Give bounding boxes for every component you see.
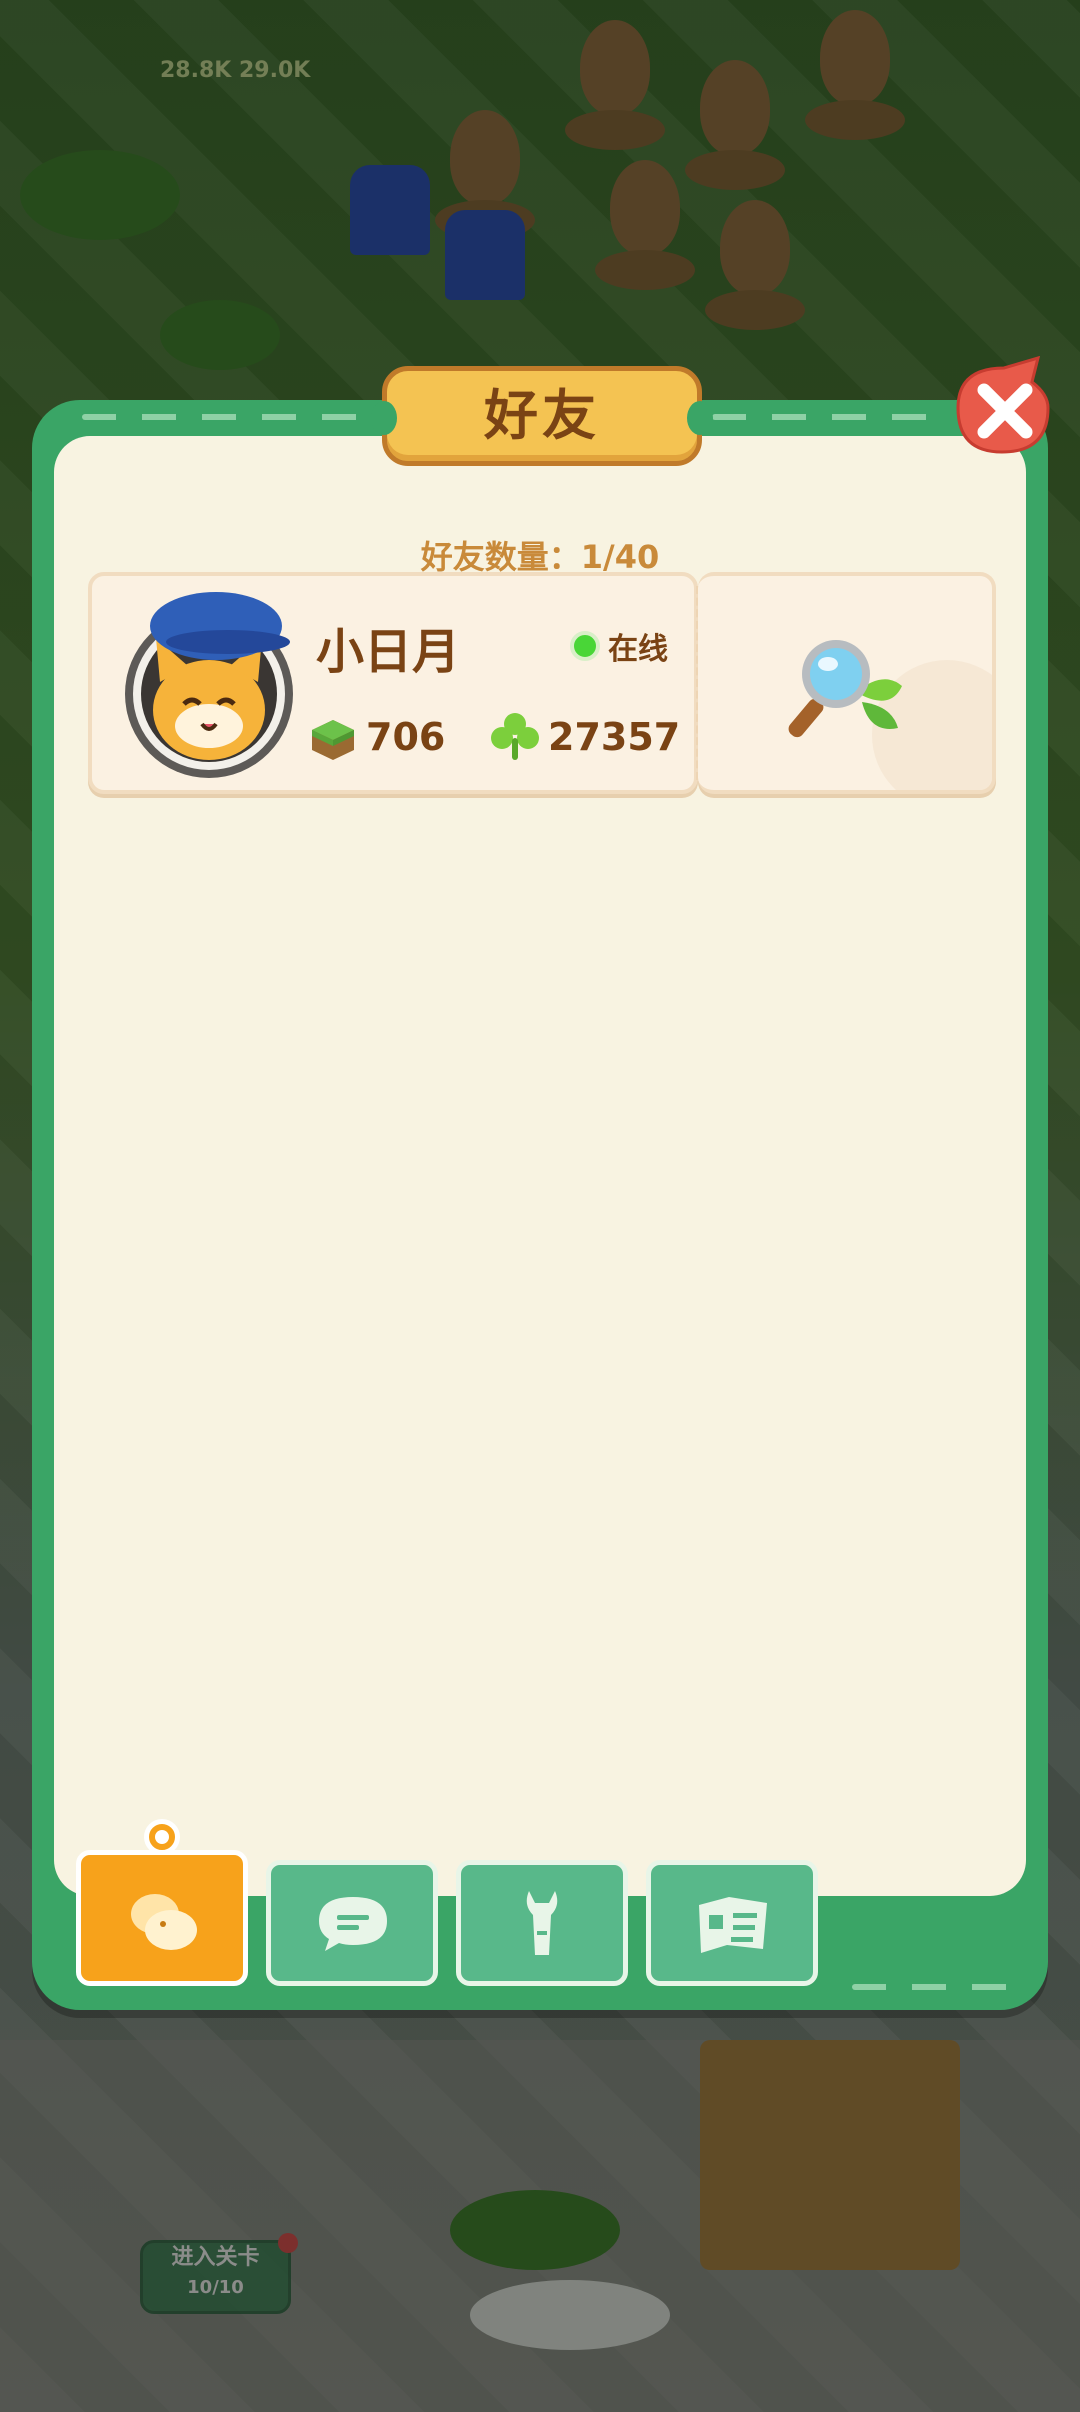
close-icon <box>956 355 1050 454</box>
dialog-title-tab: 好友 <box>371 366 713 466</box>
decor-dash <box>82 414 382 420</box>
clover-count: 27357 <box>548 715 681 759</box>
wrench-icon <box>526 1891 558 1955</box>
magnifier-leaf-icon <box>788 640 902 738</box>
land-stat: 706 <box>306 710 445 764</box>
clover-stat: 27357 <box>488 710 680 764</box>
friend-card[interactable]: 小日月 在线 706 27357 <box>88 572 996 794</box>
chick-icon <box>131 1894 197 1950</box>
close-button[interactable] <box>948 355 1060 460</box>
tab-hanger <box>144 1819 180 1855</box>
friend-info: 小日月 在线 706 27357 <box>88 572 698 794</box>
grass-block-icon <box>312 720 354 760</box>
land-count: 706 <box>366 715 446 759</box>
friends-dialog: 好友数量：1/40 小日月 在线 706 27357 好友 <box>32 355 1050 2010</box>
book-icon <box>699 1897 767 1953</box>
cat-avatar-icon <box>125 592 293 778</box>
clover-icon <box>491 713 539 760</box>
decor-dash <box>712 414 952 420</box>
online-status-label: 在线 <box>608 632 668 667</box>
chat-bubble-icon <box>319 1897 387 1951</box>
friend-avatar[interactable] <box>116 586 302 782</box>
friend-name: 小日月 <box>316 624 461 680</box>
tab-friends[interactable] <box>76 1819 248 1986</box>
tab-guide[interactable] <box>646 1860 818 1986</box>
online-status: 在线 <box>570 624 668 668</box>
visit-friend-button[interactable] <box>698 572 996 794</box>
decor-dash <box>852 1984 1012 1990</box>
tab-chat[interactable] <box>266 1860 438 1986</box>
online-dot-icon <box>570 631 600 661</box>
dialog-title: 好友 <box>484 384 600 447</box>
friends-panel: 好友数量：1/40 小日月 在线 706 27357 <box>54 436 1026 1896</box>
tab-tools[interactable] <box>456 1860 628 1986</box>
